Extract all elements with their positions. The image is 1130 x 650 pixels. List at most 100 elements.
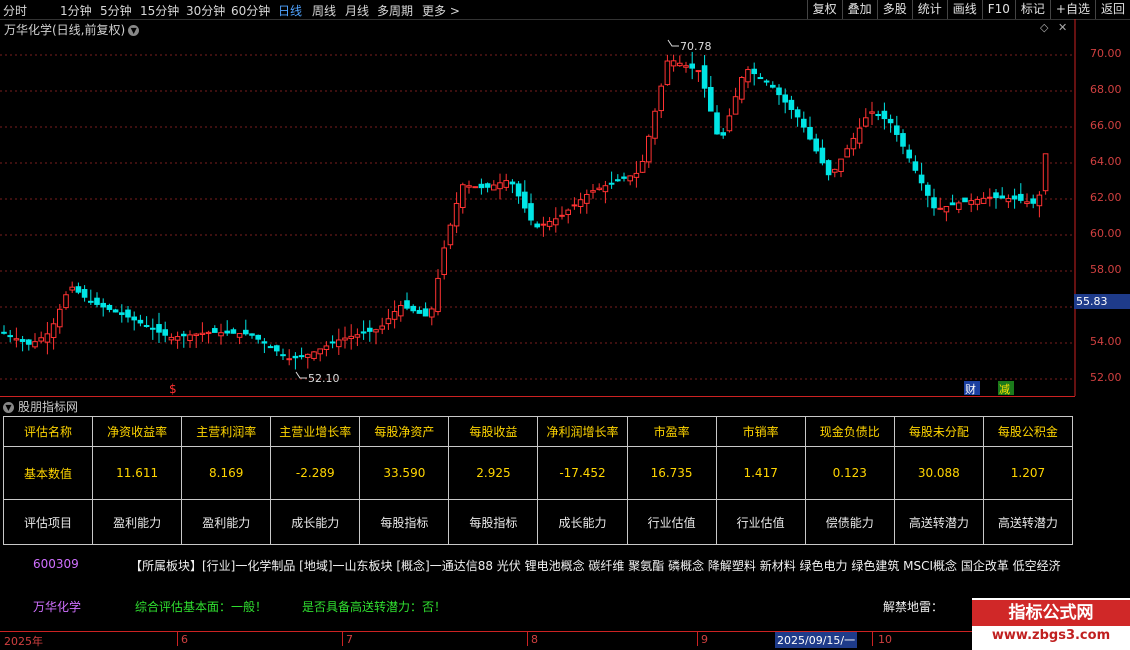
table-cell: 1.207 [982, 446, 1074, 500]
candle-body [342, 337, 348, 341]
table-cell: 偿债能力 [804, 499, 895, 545]
table-cell: 市盈率 [626, 416, 717, 447]
candle-body [559, 214, 565, 217]
candle-body [441, 247, 447, 275]
candle-body [925, 184, 931, 196]
y-tick-66: 66.00 [1090, 119, 1122, 132]
candle-body [181, 333, 187, 337]
candle-body [131, 316, 137, 321]
candle-body [745, 69, 751, 83]
high-transfer-text: 是否具备高送转潜力：否！ [302, 600, 447, 614]
candle-body [243, 329, 249, 335]
candle-body [794, 109, 801, 118]
candle-body [348, 335, 354, 339]
table-cell: 净利润增长率 [537, 416, 628, 447]
candle-body [472, 186, 478, 189]
candle-body [410, 305, 416, 312]
candle-body [869, 111, 875, 114]
candle-body [528, 203, 534, 221]
candle-body [571, 204, 578, 207]
candle-body [670, 60, 677, 67]
candle-body [236, 333, 243, 338]
candle-body [540, 223, 547, 226]
candle-body [94, 297, 100, 305]
indicator-name: 股朋指标网 [18, 400, 79, 414]
date-cursor: 2025/09/15/一 [775, 632, 858, 648]
candle-body [261, 341, 268, 344]
candle-body [354, 334, 361, 338]
candle-body [956, 202, 962, 210]
y-tick-58: 58.00 [1090, 263, 1122, 276]
candle-body [274, 345, 280, 352]
candle-body [478, 183, 485, 189]
candle-body [7, 335, 13, 338]
y-tick-52: 52.00 [1090, 371, 1122, 384]
candle-body [621, 176, 627, 179]
finance-marker[interactable]: 财 [965, 382, 976, 396]
candle-body [212, 328, 218, 333]
table-cell: 1.417 [715, 446, 806, 500]
y-tick-64: 64.00 [1090, 155, 1122, 168]
candle-body [912, 161, 919, 171]
candle-body [782, 94, 789, 103]
table-cell: 2.925 [448, 446, 539, 500]
candle-body [838, 158, 844, 173]
candle-body [968, 200, 975, 205]
candle-body [1005, 198, 1012, 203]
candle-body [856, 127, 863, 144]
candle-body [267, 346, 274, 349]
high-label: 70.78 [680, 40, 712, 53]
candle-body [230, 329, 237, 334]
candles [1, 51, 1049, 370]
candle-body [249, 333, 255, 336]
indicator-table: 评估名称 净资收益率 主营利润率 主营业增长率 每股净资产 每股收益 净利润增长… [2, 416, 1074, 545]
candle-body [255, 334, 261, 340]
candle-body [435, 277, 441, 313]
y-tick-60: 60.00 [1090, 227, 1122, 240]
candle-body [1042, 153, 1049, 192]
candle-body [63, 294, 69, 309]
candle-body [937, 207, 944, 210]
candle-body [329, 341, 336, 344]
y-tick-68: 68.00 [1090, 83, 1122, 96]
table-cell: 基本数值 [2, 446, 94, 500]
candle-body [168, 336, 175, 341]
candle-body [460, 184, 466, 209]
candle-body [565, 209, 572, 215]
table-cell: 0.123 [804, 446, 895, 500]
candle-body [515, 183, 522, 197]
candle-body [602, 185, 609, 193]
indicator-header[interactable]: ▼ 股朋指标网 [0, 398, 1075, 415]
dividend-marker[interactable]: $ [169, 382, 177, 396]
candle-body [385, 318, 392, 325]
candle-body [143, 325, 150, 328]
candle-body [1011, 195, 1018, 200]
candle-body [801, 118, 807, 128]
candle-body [850, 137, 857, 150]
candle-body [646, 135, 652, 163]
table-cell: 每股指标 [448, 499, 539, 545]
candle-body [69, 286, 76, 291]
candle-body [701, 65, 708, 89]
candle-body [509, 181, 516, 185]
candle-body [484, 183, 491, 188]
candle-body [658, 85, 665, 112]
date-axis: 2025年 6 7 8 9 2025/09/15/一 10 [0, 631, 1075, 648]
candle-body [429, 308, 435, 318]
candle-body [894, 125, 900, 135]
candle-body [373, 329, 379, 333]
reduce-marker[interactable]: 减 [999, 383, 1010, 396]
candle-body [81, 289, 88, 298]
table-cell: 高送转潜力 [982, 499, 1074, 545]
candle-body [689, 63, 696, 69]
candle-body [75, 286, 82, 293]
candle-body [292, 355, 299, 359]
candle-body [770, 84, 776, 88]
table-cell: 市销率 [715, 416, 806, 447]
candle-body [677, 62, 683, 67]
candle-body [751, 68, 758, 75]
candle-body [57, 308, 63, 328]
candlestick-chart[interactable]: 70.78 52.10 $ 财 减 [0, 0, 1130, 396]
table-cell: 11.611 [92, 446, 183, 500]
chevron-down-icon[interactable]: ▼ [3, 402, 14, 413]
